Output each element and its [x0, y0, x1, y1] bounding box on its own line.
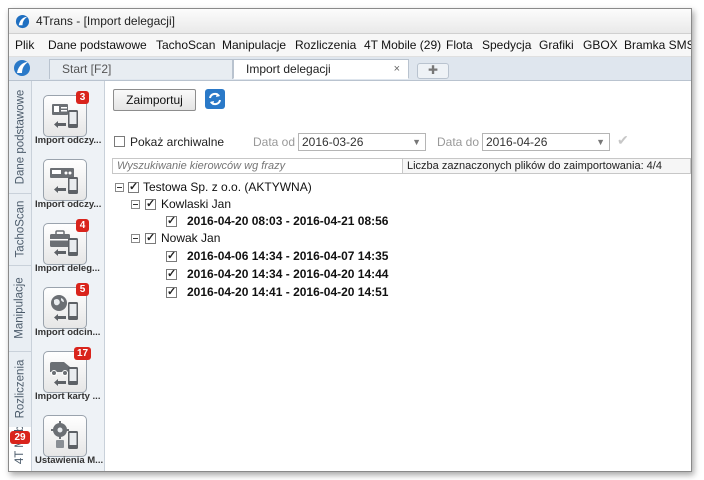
- side-tab-dane-podstawowe[interactable]: Dane podstawowe: [9, 81, 31, 194]
- entry-checkbox[interactable]: [166, 249, 177, 262]
- settings-mobile-button[interactable]: Ustawienia M...: [32, 409, 104, 469]
- import-button[interactable]: Zaimportuj: [113, 89, 196, 111]
- refresh-icon[interactable]: [205, 89, 225, 109]
- selected-files-count: Liczba zaznaczonych plików do zaimportow…: [402, 158, 691, 174]
- entry-checkbox[interactable]: [166, 285, 177, 298]
- menu-bar: Plik Dane podstawowe TachoScan Manipulac…: [9, 34, 691, 57]
- menu-gbox[interactable]: GBOX: [583, 38, 618, 52]
- menu-flota[interactable]: Flota: [446, 38, 473, 52]
- side-tab-tachoscan[interactable]: TachoScan: [9, 193, 31, 266]
- side-tab-label: Rozliczenia: [14, 359, 26, 419]
- import-tachograph-button[interactable]: Import odczy...: [32, 153, 104, 213]
- date-to-value: 2016-04-26: [486, 135, 548, 149]
- tab-start-label: Start [F2]: [62, 62, 112, 76]
- menu-bramka-sms[interactable]: Bramka SMS: [624, 38, 691, 52]
- badge: 17: [74, 347, 92, 360]
- module-buttons: 3 Import odczy... Import odczy... 4 Impo…: [32, 81, 105, 471]
- tab-bar: Start [F2] Import delegacji × ✚: [9, 57, 691, 81]
- menu-rozliczenia[interactable]: Rozliczenia: [295, 38, 356, 52]
- tab-import-delegacji[interactable]: Import delegacji ×: [233, 59, 409, 79]
- delegation-entry: 2016-04-06 14:34 - 2016-04-07 14:35: [187, 249, 389, 263]
- import-delegation-button[interactable]: 4 Import deleg...: [32, 217, 104, 277]
- import-card-reader-label: Import odczy...: [35, 135, 102, 146]
- close-icon[interactable]: ×: [394, 60, 400, 79]
- side-tab-label: Manipulacje: [14, 277, 26, 339]
- badge: 4: [76, 219, 89, 232]
- menu-manipulacje[interactable]: Manipulacje: [222, 38, 286, 52]
- apply-check-icon[interactable]: ✔: [617, 132, 629, 149]
- driver-search-input[interactable]: [112, 158, 402, 174]
- app-logo-icon: [15, 14, 30, 29]
- show-archived-checkbox[interactable]: [114, 136, 125, 147]
- badge: 5: [76, 283, 89, 296]
- collapse-icon[interactable]: [131, 200, 140, 209]
- date-from-value: 2016-03-26: [302, 135, 364, 149]
- date-to-label: Data do: [437, 135, 480, 149]
- driver-node: Nowak Jan: [161, 231, 221, 245]
- badge: 3: [76, 91, 89, 104]
- import-globe-button[interactable]: 5 Import odcin...: [32, 281, 104, 341]
- menu-tachoscan[interactable]: TachoScan: [156, 38, 215, 52]
- settings-mobile-icon: [43, 415, 87, 457]
- menu-spedycja[interactable]: Spedycja: [482, 38, 531, 52]
- delegation-entry: 2016-04-20 14:41 - 2016-04-20 14:51: [187, 285, 389, 299]
- entry-checkbox[interactable]: [166, 214, 177, 227]
- collapse-icon[interactable]: [131, 234, 140, 243]
- menu-dane-podstawowe[interactable]: Dane podstawowe: [48, 38, 147, 52]
- date-from-label: Data od: [253, 135, 296, 149]
- side-tabs: Dane podstawowe TachoScan Manipulacje Ro…: [9, 81, 32, 471]
- entry-checkbox[interactable]: [166, 267, 177, 280]
- collapse-icon[interactable]: [115, 183, 124, 192]
- import-vehicle-card-label: Import karty ...: [35, 391, 101, 402]
- side-tab-label: TachoScan: [14, 200, 26, 258]
- import-tachograph-label: Import odczy...: [35, 199, 102, 210]
- delegation-entry: 2016-04-20 08:03 - 2016-04-21 08:56: [187, 214, 389, 228]
- import-globe-label: Import odcin...: [35, 327, 101, 338]
- app-window: 4Trans - [Import delegacji] Plik Dane po…: [8, 8, 692, 472]
- menu-grafiki[interactable]: Grafiki: [539, 38, 574, 52]
- home-logo-icon[interactable]: [13, 59, 31, 77]
- date-to-picker[interactable]: 2016-04-26 ▼: [482, 133, 610, 151]
- side-tab-rozliczenia[interactable]: Rozliczenia: [9, 351, 31, 428]
- new-tab-plus-icon[interactable]: ✚: [417, 63, 449, 79]
- tachograph-import-icon: [43, 159, 87, 201]
- driver-checkbox[interactable]: [145, 231, 156, 244]
- import-vehicle-card-button[interactable]: 17 Import karty ...: [32, 345, 104, 405]
- settings-mobile-label: Ustawienia M...: [35, 455, 103, 466]
- window-title: 4Trans - [Import delegacji]: [36, 14, 175, 28]
- main-panel: Zaimportuj Pokaż archiwalne Data od 2016…: [105, 81, 691, 471]
- driver-checkbox[interactable]: [145, 197, 156, 210]
- date-from-picker[interactable]: 2016-03-26 ▼: [298, 133, 426, 151]
- company-node: Testowa Sp. z o.o. (AKTYWNA): [143, 180, 312, 194]
- tab-import-delegacji-label: Import delegacji: [246, 62, 331, 76]
- chevron-down-icon: ▼: [412, 137, 421, 147]
- company-checkbox[interactable]: [128, 180, 139, 193]
- side-tab-manipulacje[interactable]: Manipulacje: [9, 265, 31, 352]
- delegation-entry: 2016-04-20 14:34 - 2016-04-20 14:44: [187, 267, 389, 281]
- menu-4t-mobile[interactable]: 4T Mobile (29): [364, 38, 441, 52]
- title-bar: 4Trans - [Import delegacji]: [9, 9, 691, 34]
- show-archived-label: Pokaż archiwalne: [130, 135, 225, 149]
- import-card-reader-button[interactable]: 3 Import odczy...: [32, 89, 104, 149]
- side-tab-count-badge: 29: [10, 431, 30, 444]
- menu-plik[interactable]: Plik: [15, 38, 34, 52]
- driver-node: Kowlaski Jan: [161, 197, 232, 211]
- chevron-down-icon: ▼: [596, 137, 605, 147]
- import-delegation-label: Import deleg...: [35, 263, 100, 274]
- side-tab-label: Dane podstawowe: [14, 89, 26, 185]
- tab-start[interactable]: Start [F2]: [49, 59, 233, 79]
